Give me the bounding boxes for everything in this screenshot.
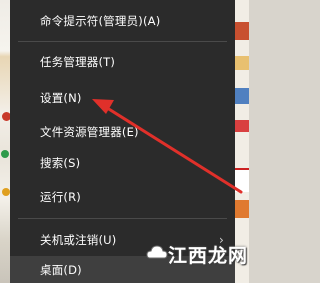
menu-item-label: 设置(N) [40,91,82,105]
menu-item-settings[interactable]: 设置(N) [10,84,235,112]
menu-item-label: 运行(R) [40,190,81,204]
menu-item-search[interactable]: 搜索(S) [10,149,235,177]
cloud-logo [146,245,168,259]
menu-item-task-manager[interactable]: 任务管理器(T) [10,48,235,76]
desktop-icon-fragment [235,168,249,192]
menu-item-command-prompt-admin[interactable]: 命令提示符(管理员)(A) [10,7,235,35]
watermark-text: 江西龙网 [168,244,249,267]
menu-item-label: 任务管理器(T) [40,55,116,69]
menu-item-file-explorer[interactable]: 文件资源管理器(E) [10,118,235,146]
desktop-icon-fragment [235,120,249,132]
desktop-icon-fragment [235,200,249,218]
menu-separator [18,41,227,42]
menu-item-label: 搜索(S) [40,156,81,170]
menu-item-label: 命令提示符(管理员)(A) [40,14,161,28]
desktop-icon-fragment [235,56,249,70]
watermark: 江西龙网 [146,237,249,271]
desktop-icon-fragment [1,150,9,158]
menu-item-run[interactable]: 运行(R) [10,183,235,211]
menu-separator [18,218,227,219]
menu-item-label: 文件资源管理器(E) [40,125,139,139]
desktop-icon-fragment [235,88,249,104]
menu-item-label: 关机或注销(U) [40,233,117,247]
desktop-icon-fragment [2,188,10,196]
desktop-background-left [0,0,11,283]
menu-item-label: 桌面(D) [40,262,82,277]
desktop-icon-fragment [235,22,249,40]
